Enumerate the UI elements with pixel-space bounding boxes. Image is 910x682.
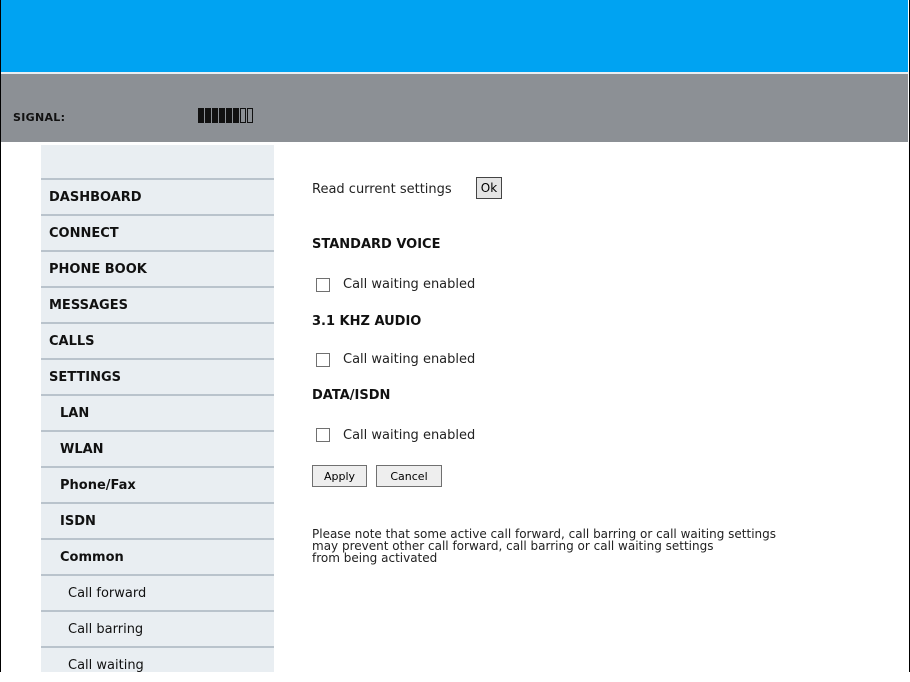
section-heading-data-isdn: DATA/ISDN [312, 388, 391, 403]
sidebar-item-label: MESSAGES [49, 298, 128, 313]
call-waiting-checkbox-data-isdn[interactable] [316, 428, 330, 442]
sidebar-item-label: DASHBOARD [49, 190, 142, 205]
checkbox-label: Call waiting enabled [343, 277, 476, 292]
sidebar-item-label: SETTINGS [49, 370, 122, 385]
sidebar-item-common[interactable]: Common [41, 538, 274, 574]
sidebar-item-phone-fax[interactable]: Phone/Fax [41, 466, 274, 502]
sidebar-item-wlan[interactable]: WLAN [41, 430, 274, 466]
signal-bar: SIGNAL: [1, 74, 908, 142]
note-line: from being activated [312, 551, 438, 565]
sidebar-item-connect[interactable]: CONNECT [41, 214, 274, 250]
cancel-button[interactable]: Cancel [376, 465, 442, 487]
checkbox-label: Call waiting enabled [343, 428, 476, 443]
sidebar-item-label: PHONE BOOK [49, 262, 147, 277]
call-waiting-checkbox-standard-voice[interactable] [316, 278, 330, 292]
sidebar-item-call-barring[interactable]: Call barring [41, 610, 274, 646]
ok-button[interactable]: Ok [476, 177, 502, 199]
checkbox-label: Call waiting enabled [343, 352, 476, 367]
sidebar-item-label: Call barring [68, 622, 144, 637]
sidebar-item-messages[interactable]: MESSAGES [41, 286, 274, 322]
signal-segment-empty [240, 108, 246, 123]
apply-button[interactable]: Apply [312, 465, 367, 487]
signal-meter [198, 108, 253, 123]
sidebar-item-dashboard[interactable]: DASHBOARD [41, 178, 274, 214]
signal-segment-filled [198, 108, 204, 123]
sidebar-item-label: CALLS [49, 334, 95, 349]
sidebar-item-calls[interactable]: CALLS [41, 322, 274, 358]
sidebar-item-call-forward[interactable]: Call forward [41, 574, 274, 610]
sidebar-item-label: CONNECT [49, 226, 119, 241]
sidebar-item-label: ISDN [60, 514, 96, 529]
sidebar-item-label: Call forward [68, 586, 147, 601]
sidebar-item-phone-book[interactable]: PHONE BOOK [41, 250, 274, 286]
sidebar-item-label: LAN [60, 406, 90, 421]
section-heading-audio: 3.1 KHZ AUDIO [312, 314, 422, 329]
settings-note: Please note that some active call forwar… [312, 528, 776, 564]
signal-segment-filled [212, 108, 218, 123]
sidebar-item-lan[interactable]: LAN [41, 394, 274, 430]
signal-segment-filled [219, 108, 225, 123]
section-heading-standard-voice: STANDARD VOICE [312, 237, 441, 252]
signal-segment-filled [205, 108, 211, 123]
signal-segment-filled [233, 108, 239, 123]
sidebar-item-label: Phone/Fax [60, 478, 136, 493]
read-settings-label: Read current settings [312, 182, 452, 197]
sidebar-item-isdn[interactable]: ISDN [41, 502, 274, 538]
sidebar-item-label: Common [60, 550, 124, 565]
sidebar-item-call-waiting[interactable]: Call waiting [41, 646, 274, 682]
call-waiting-checkbox-audio[interactable] [316, 353, 330, 367]
header-banner [1, 0, 908, 72]
sidebar-item-label: WLAN [60, 442, 104, 457]
signal-segment-filled [226, 108, 232, 123]
signal-segment-empty [247, 108, 253, 123]
sidebar-nav: DASHBOARD CONNECT PHONE BOOK MESSAGES CA… [41, 145, 274, 673]
signal-label: SIGNAL: [13, 111, 66, 124]
sidebar-item-label: Call waiting [68, 658, 144, 673]
sidebar-item-settings[interactable]: SETTINGS [41, 358, 274, 394]
